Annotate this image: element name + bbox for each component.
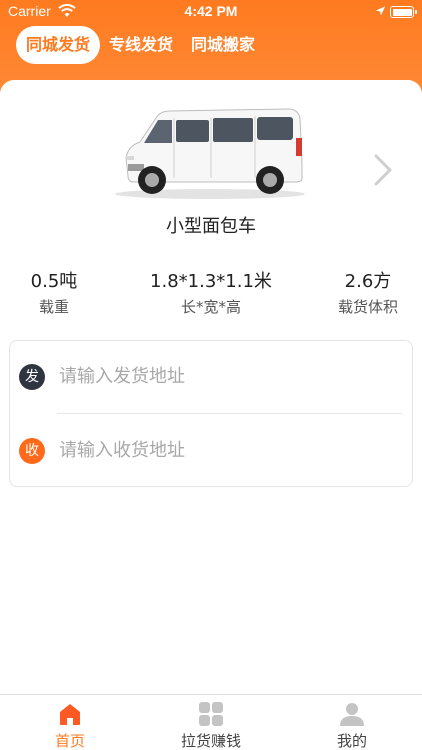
sender-address-input[interactable]: 请输入发货地址 [59,364,185,390]
tab-local-shipping[interactable]: 同城发货 [16,26,101,64]
user-icon [340,703,364,726]
spec-load-label: 载重 [38,298,69,316]
clock-label: 4:42 PM [184,3,238,19]
next-vehicle-chevron-icon[interactable] [370,152,394,188]
tabbar-home[interactable]: 首页 [0,695,140,750]
receiver-address-row[interactable]: 收 请输入收货地址 [10,426,414,476]
van-image[interactable] [110,98,310,202]
address-divider [57,413,402,414]
tabbar-mine[interactable]: 我的 [282,695,422,750]
tabbar-home-label: 首页 [54,732,85,750]
status-bar: Carrier 4:42 PM [0,0,422,24]
vehicle-specs: 0.5吨 载重 1.8*1.3*1.1米 长*宽*高 2.6方 载货体积 [0,268,422,328]
receiver-badge: 收 [19,438,45,464]
tabbar-mine-label: 我的 [336,732,367,750]
address-card: 发 请输入发货地址 收 请输入收货地址 [9,340,413,487]
tabbar-earn[interactable]: 拉货赚钱 [141,695,281,750]
sender-badge: 发 [19,364,45,390]
spec-volume: 2.6方 载货体积 [318,268,418,318]
top-tabs: 同城发货 专线发货 同城搬家 [16,26,264,64]
grid-icon [199,702,223,726]
vehicle-name: 小型面包车 [166,216,256,237]
spec-dimensions: 1.8*1.3*1.1米 长*宽*高 [136,268,286,318]
spec-dimensions-label: 长*宽*高 [180,298,241,316]
location-arrow-icon [375,6,386,16]
spec-dimensions-value: 1.8*1.3*1.1米 [150,271,272,292]
spec-volume-value: 2.6方 [344,271,392,292]
receiver-address-input[interactable]: 请输入收货地址 [59,438,185,464]
tabbar-earn-label: 拉货赚钱 [180,732,241,750]
spec-load-value: 0.5吨 [30,271,78,292]
tab-dedicated-line[interactable]: 专线发货 [100,26,182,64]
spec-load: 0.5吨 载重 [4,268,104,318]
home-icon [60,704,80,725]
bottom-tab-bar: 首页 拉货赚钱 我的 [0,694,422,750]
spec-volume-label: 载货体积 [337,298,398,316]
sender-address-row[interactable]: 发 请输入发货地址 [10,352,414,402]
tab-local-moving[interactable]: 同城搬家 [182,26,264,64]
battery-icon [390,6,417,18]
